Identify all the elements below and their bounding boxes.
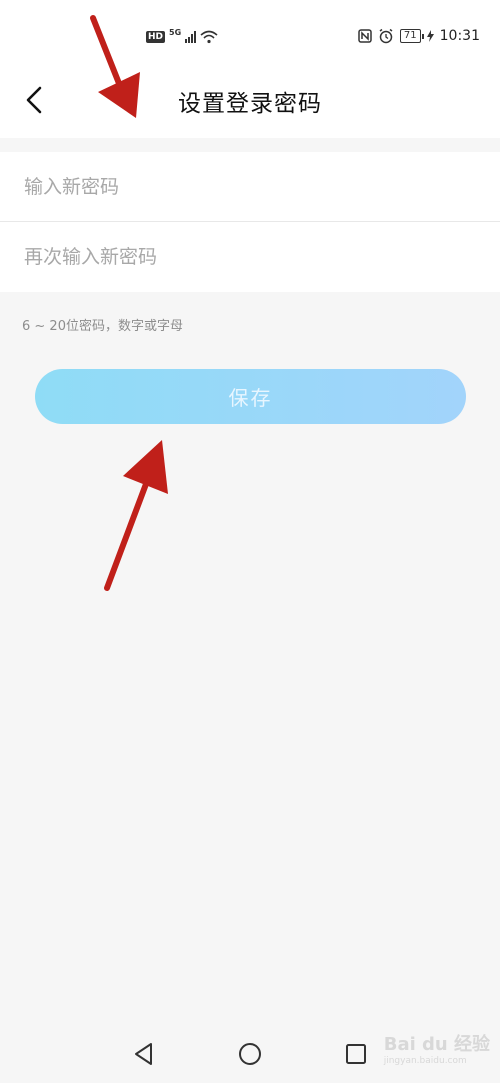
nav-home-icon[interactable]: [237, 1041, 263, 1067]
status-right: 71 10:31: [358, 26, 480, 46]
page-title: 设置登录密码: [178, 91, 322, 117]
new-password-input[interactable]: [22, 174, 466, 199]
page-header: 设置登录密码: [0, 72, 500, 138]
save-button[interactable]: 保存: [35, 369, 466, 424]
signal-icon: [185, 31, 197, 43]
battery-indicator: 71: [399, 29, 424, 43]
password-hint: 6 ~ 20位密码，数字或字母: [22, 319, 183, 334]
password-form: [0, 152, 500, 292]
nfc-icon: [358, 29, 372, 43]
wifi-icon: [200, 30, 218, 44]
alarm-icon: [379, 28, 393, 44]
new-password-row: [0, 152, 500, 222]
watermark-url: jingyan.baidu.com: [383, 1056, 467, 1066]
status-left: HD 5G: [146, 27, 218, 47]
watermark: Bai du 经验 jingyan.baidu.com: [384, 1030, 490, 1066]
confirm-password-input[interactable]: [22, 245, 466, 269]
nav-back-icon[interactable]: [131, 1041, 157, 1067]
nav-recents-icon[interactable]: [343, 1041, 369, 1067]
clock-time: 10:31: [439, 28, 480, 44]
hd-badge: HD: [146, 31, 166, 43]
watermark-brand: Bai du 经验: [383, 1034, 490, 1055]
network-type: 5G: [169, 27, 182, 37]
confirm-password-row: [0, 222, 500, 292]
charging-icon: [426, 30, 434, 42]
status-bar: HD 5G 71 10:31: [0, 0, 500, 72]
